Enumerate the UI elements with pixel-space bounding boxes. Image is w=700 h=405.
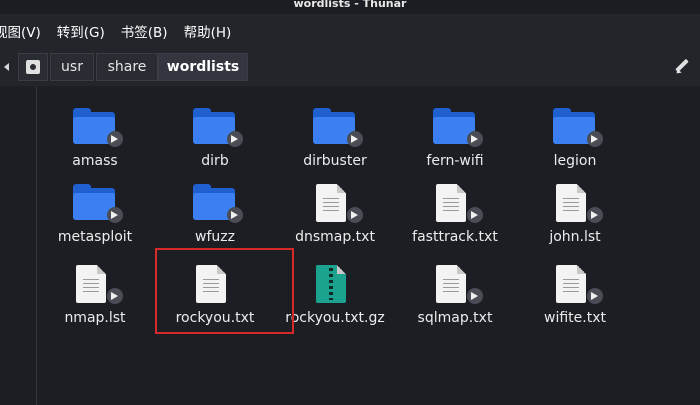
file-name: rockyou.txt.gz — [285, 310, 385, 326]
file-item-wifite-txt[interactable]: wifite.txt — [515, 253, 635, 333]
folder-icon — [193, 108, 243, 148]
file-name: sqlmap.txt — [417, 310, 493, 326]
archive-icon — [313, 265, 361, 305]
path-crumb-share[interactable]: share — [96, 53, 158, 81]
path-crumb-usr[interactable]: usr — [50, 53, 94, 81]
folder-icon — [553, 108, 603, 148]
side-pane[interactable] — [0, 86, 37, 405]
file-icon-view[interactable]: amass dirb dirbuster fern-wifi legion me… — [38, 86, 700, 405]
menu-view[interactable]: 视图(V) — [0, 21, 41, 41]
symlink-emblem-icon — [587, 288, 603, 304]
file-name: rockyou.txt — [175, 310, 255, 326]
file-name: legion — [553, 153, 597, 169]
folder-icon — [73, 184, 123, 224]
symlink-emblem-icon — [467, 288, 483, 304]
symlink-emblem-icon — [227, 131, 243, 147]
path-crumb-wordlists[interactable]: wordlists — [158, 53, 248, 81]
file-name: fasttrack.txt — [412, 229, 498, 245]
file-item-fern-wifi[interactable]: fern-wifi — [395, 96, 515, 176]
file-name: john.lst — [549, 229, 601, 245]
file-item-legion[interactable]: legion — [515, 96, 635, 176]
file-item-fasttrack-txt[interactable]: fasttrack.txt — [395, 172, 515, 252]
file-item-sqlmap-txt[interactable]: sqlmap.txt — [395, 253, 515, 333]
symlink-emblem-icon — [107, 131, 123, 147]
file-name: fern-wifi — [426, 153, 484, 169]
file-item-rockyou-txt-gz[interactable]: rockyou.txt.gz — [275, 253, 395, 333]
menu-go[interactable]: 转到(G) — [57, 21, 105, 41]
file-name: nmap.lst — [64, 310, 126, 326]
file-name: amass — [72, 153, 118, 169]
file-item-john-lst[interactable]: john.lst — [515, 172, 635, 252]
text-file-icon — [193, 265, 241, 305]
file-name: wifite.txt — [544, 310, 606, 326]
window-title: wordlists - Thunar — [293, 0, 407, 10]
text-file-icon — [73, 265, 123, 305]
file-item-metasploit[interactable]: metasploit — [35, 172, 155, 252]
symlink-emblem-icon — [347, 131, 363, 147]
folder-icon — [73, 108, 123, 148]
path-root-button[interactable] — [18, 53, 48, 81]
file-item-amass[interactable]: amass — [35, 96, 155, 176]
text-file-icon — [313, 184, 363, 224]
menu-help[interactable]: 帮助(H) — [184, 21, 232, 41]
file-name: wfuzz — [195, 229, 235, 245]
symlink-emblem-icon — [347, 207, 363, 223]
file-item-nmap-lst[interactable]: nmap.lst — [35, 253, 155, 333]
text-file-icon — [433, 184, 483, 224]
menu-bookmarks[interactable]: 书签(B) — [121, 21, 168, 41]
symlink-emblem-icon — [467, 207, 483, 223]
file-item-rockyou-txt[interactable]: rockyou.txt — [155, 253, 275, 333]
symlink-emblem-icon — [467, 131, 483, 147]
file-name: dirbuster — [303, 153, 367, 169]
symlink-emblem-icon — [587, 131, 603, 147]
file-name: dnsmap.txt — [295, 229, 375, 245]
file-item-dirb[interactable]: dirb — [155, 96, 275, 176]
pencil-icon[interactable] — [674, 58, 690, 76]
window-titlebar: wordlists - Thunar — [0, 0, 700, 14]
symlink-emblem-icon — [227, 207, 243, 223]
file-name: dirb — [201, 153, 229, 169]
symlink-emblem-icon — [587, 207, 603, 223]
file-name: metasploit — [57, 229, 133, 245]
folder-icon — [193, 184, 243, 224]
text-file-icon — [553, 184, 603, 224]
path-bar: usr share wordlists — [0, 48, 700, 86]
symlink-emblem-icon — [107, 288, 123, 304]
chevron-left-icon[interactable] — [0, 48, 16, 86]
folder-icon — [313, 108, 363, 148]
file-item-dnsmap-txt[interactable]: dnsmap.txt — [275, 172, 395, 252]
symlink-emblem-icon — [107, 207, 123, 223]
file-item-wfuzz[interactable]: wfuzz — [155, 172, 275, 252]
text-file-icon — [553, 265, 603, 305]
menu-bar: 视图(V) 转到(G) 书签(B) 帮助(H) — [0, 14, 700, 48]
text-file-icon — [433, 265, 483, 305]
filesystem-icon — [26, 60, 40, 74]
file-item-dirbuster[interactable]: dirbuster — [275, 96, 395, 176]
folder-icon — [433, 108, 483, 148]
